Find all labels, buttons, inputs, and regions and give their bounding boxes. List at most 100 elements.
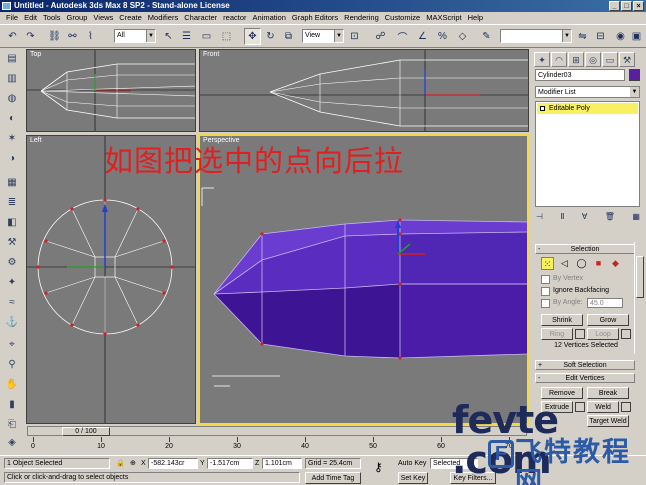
render-icon[interactable]: ▣ — [628, 28, 645, 45]
percent-snap-icon[interactable]: % — [434, 28, 451, 45]
named-selection-dropdown[interactable]: ▼ — [500, 29, 572, 43]
toy-car-icon[interactable]: ⚙ — [4, 256, 20, 270]
menu-rendering[interactable]: Rendering — [344, 12, 379, 24]
motor-icon[interactable]: ◧ — [4, 216, 20, 230]
z-coordinate-field[interactable]: 1.101cm — [262, 458, 302, 469]
element-level-icon[interactable]: ◆ — [609, 257, 622, 270]
select-object-icon[interactable]: ↖ — [160, 28, 177, 45]
ring-button[interactable]: Ring — [541, 328, 573, 340]
spring-icon[interactable]: ▦ — [4, 176, 20, 190]
scrollbar-thumb[interactable] — [636, 256, 644, 298]
show-end-result-icon[interactable]: Ⅱ — [560, 212, 564, 226]
window-crossing-icon[interactable]: ⬚ — [218, 28, 235, 45]
motion-tab-icon[interactable]: ◎ — [585, 52, 601, 67]
x-coordinate-field[interactable]: -582.143cr — [148, 458, 198, 469]
time-slider-thumb[interactable]: 0 / 100 — [62, 427, 110, 436]
object-color-swatch[interactable] — [629, 69, 640, 81]
selection-filter-dropdown[interactable]: All ▼ — [114, 29, 156, 43]
polygon-level-icon[interactable]: ■ — [592, 257, 605, 270]
remove-modifier-icon[interactable]: 🗑 — [605, 212, 615, 226]
break-button[interactable]: Break — [587, 387, 629, 399]
ragdoll-icon[interactable]: ✋ — [4, 378, 20, 392]
water-icon[interactable]: ≈ — [4, 296, 20, 310]
menu-help[interactable]: Help — [468, 12, 483, 24]
by-vertex-checkbox[interactable]: By Vertex — [541, 274, 583, 284]
menu-maxscript[interactable]: MAXScript — [426, 12, 461, 24]
viewport-front[interactable]: Front — [199, 49, 529, 132]
select-scale-icon[interactable]: ⧉ — [280, 28, 297, 45]
rectangle-region-icon[interactable]: ▭ — [198, 28, 215, 45]
cloth-collection-icon[interactable]: ▥ — [4, 72, 20, 86]
menu-group[interactable]: Group — [67, 12, 88, 24]
pin-stack-icon[interactable]: ⊣ — [536, 212, 543, 226]
grow-button[interactable]: Grow — [587, 314, 629, 326]
menu-views[interactable]: Views — [93, 12, 113, 24]
rigid-body-collection-icon[interactable]: ▤ — [4, 52, 20, 66]
set-key-button[interactable]: Set Key — [398, 472, 428, 484]
absolute-mode-icon[interactable]: ⊕ — [130, 458, 136, 469]
expand-icon[interactable] — [540, 106, 545, 111]
named-selection-icon[interactable]: ✎ — [478, 28, 495, 45]
vertex-level-icon[interactable]: ⁙ — [541, 257, 554, 270]
key-mode-icon[interactable]: ⚷ — [374, 461, 383, 473]
unlink-icon[interactable]: ⚯ — [64, 28, 81, 45]
menu-character[interactable]: Character — [184, 12, 217, 24]
menu-tools[interactable]: Tools — [43, 12, 61, 24]
deforming-mesh-icon[interactable]: ✶ — [4, 132, 20, 146]
edit-vertices-rollout-header[interactable]: - Edit Vertices — [535, 373, 635, 383]
spinner-snap-icon[interactable]: ◇ — [454, 28, 471, 45]
fracture-icon[interactable]: ✦ — [4, 276, 20, 290]
soft-selection-rollout-header[interactable]: + Soft Selection — [535, 360, 635, 370]
rope-collection-icon[interactable]: ◐ — [4, 112, 20, 126]
undo-icon[interactable]: ↶ — [4, 28, 21, 45]
reference-coordinate-dropdown[interactable]: View ▼ — [302, 29, 344, 43]
border-level-icon[interactable]: ◯ — [575, 257, 588, 270]
loop-spinner[interactable] — [621, 329, 631, 339]
viewport-top[interactable]: Top — [26, 49, 196, 132]
menu-create[interactable]: Create — [119, 12, 142, 24]
align-icon[interactable]: ⊟ — [592, 28, 609, 45]
add-time-tag-button[interactable]: Add Time Tag — [305, 472, 361, 484]
loop-button[interactable]: Loop — [587, 328, 619, 340]
stack-item-editable-poly[interactable]: Editable Poly — [537, 103, 638, 114]
selection-rollout-header[interactable]: - Selection — [535, 244, 635, 254]
select-move-icon[interactable]: ✥ — [244, 28, 261, 45]
menu-file[interactable]: File — [6, 12, 18, 24]
minimize-button[interactable]: _ — [609, 1, 620, 11]
properties-editor-icon[interactable]: ◈ — [4, 436, 20, 450]
auto-key-button[interactable]: Auto Key — [398, 458, 426, 469]
hierarchy-tab-icon[interactable]: ⊞ — [568, 52, 584, 67]
menu-animation[interactable]: Animation — [253, 12, 286, 24]
by-angle-checkbox[interactable]: By Angle: — [541, 298, 583, 308]
hinge-icon[interactable]: ⌖ — [4, 338, 20, 352]
shrink-button[interactable]: Shrink — [541, 314, 583, 326]
modifier-list-dropdown[interactable]: Modifier List ▼ — [535, 86, 640, 98]
manipulate-icon[interactable]: ☍ — [372, 28, 389, 45]
close-button[interactable]: × — [633, 1, 644, 11]
utilities-tab-icon[interactable]: ⚒ — [619, 52, 635, 67]
make-unique-icon[interactable]: ∀ — [582, 212, 587, 226]
material-editor-icon[interactable]: ◉ — [612, 28, 629, 45]
lock-selection-icon[interactable]: 🔒 — [116, 458, 125, 469]
snap-toggle-icon[interactable]: ⌒ — [394, 28, 411, 45]
point-to-point-icon[interactable]: ⚲ — [4, 358, 20, 372]
edge-level-icon[interactable]: ◁ — [558, 257, 571, 270]
menu-graph-editors[interactable]: Graph Editors — [292, 12, 338, 24]
ring-spinner[interactable] — [575, 329, 585, 339]
maximize-button[interactable]: □ — [621, 1, 632, 11]
create-tab-icon[interactable]: ✦ — [534, 52, 550, 67]
wind-icon[interactable]: ⚒ — [4, 236, 20, 250]
command-panel-scrollbar[interactable] — [634, 242, 644, 354]
angle-snap-icon[interactable]: ∠ — [414, 28, 431, 45]
dashpot-icon[interactable]: ≣ — [4, 196, 20, 210]
preview-animation-icon[interactable]: ▮ — [4, 398, 20, 412]
redo-icon[interactable]: ↷ — [22, 28, 39, 45]
menu-reactor[interactable]: reactor — [223, 12, 246, 24]
ignore-backfacing-checkbox[interactable]: Ignore Backfacing — [541, 286, 609, 296]
select-by-name-icon[interactable]: ☰ — [178, 28, 195, 45]
modify-tab-icon[interactable]: ◠ — [551, 52, 567, 67]
soft-body-icon[interactable]: ◍ — [4, 92, 20, 106]
mirror-icon[interactable]: ⇋ — [574, 28, 591, 45]
select-rotate-icon[interactable]: ↻ — [262, 28, 279, 45]
pivot-center-icon[interactable]: ⊡ — [346, 28, 363, 45]
